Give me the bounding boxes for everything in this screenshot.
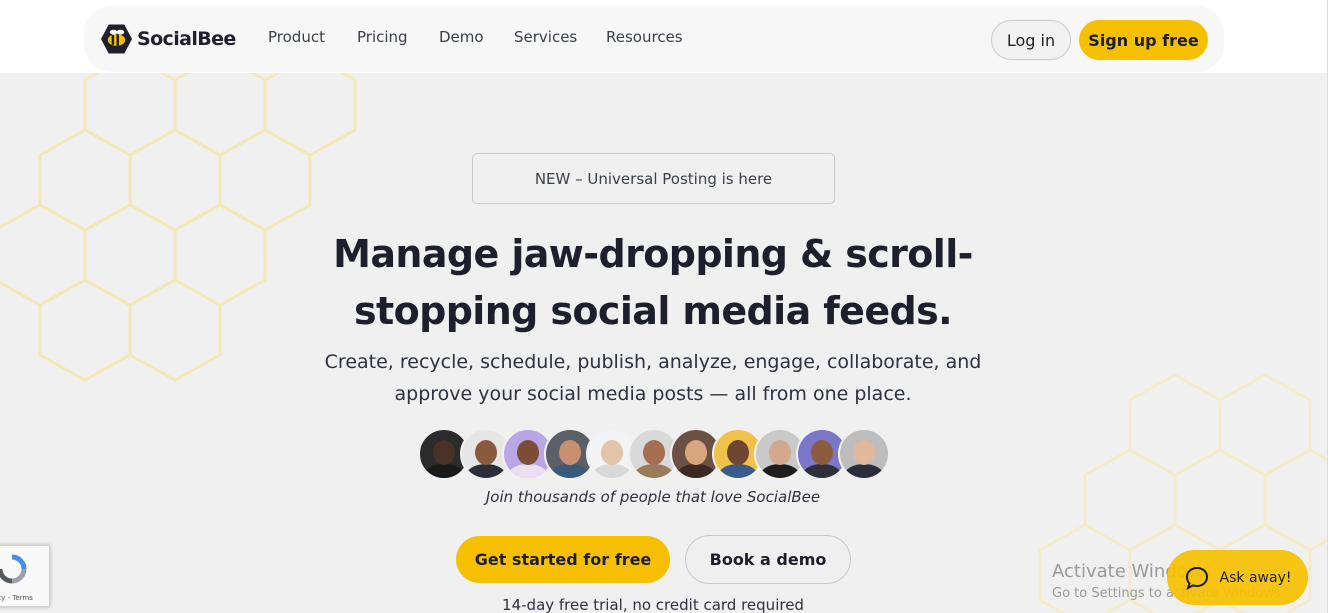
avatar-shoulders <box>718 464 758 478</box>
chat-bubble-icon <box>1185 566 1208 590</box>
chat-widget-button[interactable]: Ask away! <box>1167 550 1308 605</box>
avatar-shoulders <box>844 464 884 478</box>
avatar-face <box>475 440 497 465</box>
bee-logo-icon <box>100 24 133 54</box>
avatar-face <box>601 440 623 465</box>
avatar-face <box>559 440 581 465</box>
nav-services[interactable]: Services <box>514 28 577 46</box>
subline-line-1: Create, recycle, schedule, publish, anal… <box>324 351 982 373</box>
headline-line-1: Manage jaw-dropping & scroll- <box>333 232 973 276</box>
avatar-shoulders <box>550 464 590 478</box>
avatar-shoulders <box>424 464 464 478</box>
avatar-shoulders <box>760 464 800 478</box>
avatar-face <box>727 440 749 465</box>
avatar-shoulders <box>508 464 548 478</box>
recaptcha-links[interactable]: acy - Terms <box>0 594 33 602</box>
signup-button[interactable]: Sign up free <box>1079 20 1208 60</box>
headline-line-2: stopping social media feeds. <box>354 289 953 333</box>
customer-avatars <box>418 428 890 480</box>
trial-note: 14-day free trial, no credit card requir… <box>502 596 804 613</box>
login-button[interactable]: Log in <box>991 20 1071 60</box>
nav-resources[interactable]: Resources <box>606 28 683 46</box>
avatar-shoulders <box>676 464 716 478</box>
subline-line-2: approve your social media posts — all fr… <box>394 383 912 405</box>
avatar-face <box>685 440 707 465</box>
hero-headline: Manage jaw-dropping & scroll- stopping s… <box>300 226 1006 340</box>
book-demo-button[interactable]: Book a demo <box>685 535 851 584</box>
recaptcha-badge[interactable]: acy - Terms <box>0 545 50 607</box>
avatar-shoulders <box>592 464 632 478</box>
brand-logo[interactable]: SocialBee <box>100 23 236 55</box>
scrollbar-edge <box>1327 0 1331 613</box>
brand-name: SocialBee <box>137 28 236 50</box>
announcement-banner[interactable]: NEW – Universal Posting is here <box>472 153 835 204</box>
recaptcha-icon <box>0 554 27 584</box>
nav-pricing[interactable]: Pricing <box>357 28 408 46</box>
avatar-face <box>643 440 665 465</box>
hero-subheadline: Create, recycle, schedule, publish, anal… <box>300 346 1006 410</box>
chat-label: Ask away! <box>1219 569 1292 586</box>
avatar-face <box>853 440 875 465</box>
get-started-button[interactable]: Get started for free <box>456 536 670 583</box>
avatar-face <box>517 440 539 465</box>
avatar-face <box>811 440 833 465</box>
nav-product[interactable]: Product <box>268 28 325 46</box>
avatar-shoulders <box>466 464 506 478</box>
avatar-face <box>433 440 455 465</box>
avatar-11 <box>838 428 890 480</box>
nav-demo[interactable]: Demo <box>439 28 484 46</box>
avatar-face <box>769 440 791 465</box>
avatar-shoulders <box>634 464 674 478</box>
avatar-shoulders <box>802 464 842 478</box>
social-proof-tagline: Join thousands of people that love Socia… <box>485 488 821 506</box>
